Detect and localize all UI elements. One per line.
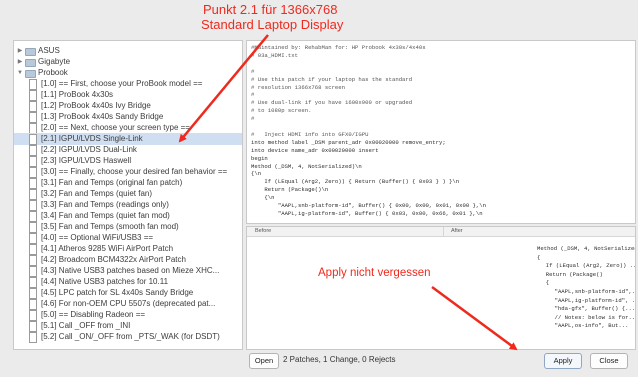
arrow-to-apply <box>431 285 518 351</box>
patch-window: ▶ ASUS ▶ Gigabyte ▼ Probook [1.0] == First, ch… <box>0 0 638 377</box>
arrow-to-single-link <box>178 34 269 143</box>
annotation-arrows <box>178 34 518 351</box>
